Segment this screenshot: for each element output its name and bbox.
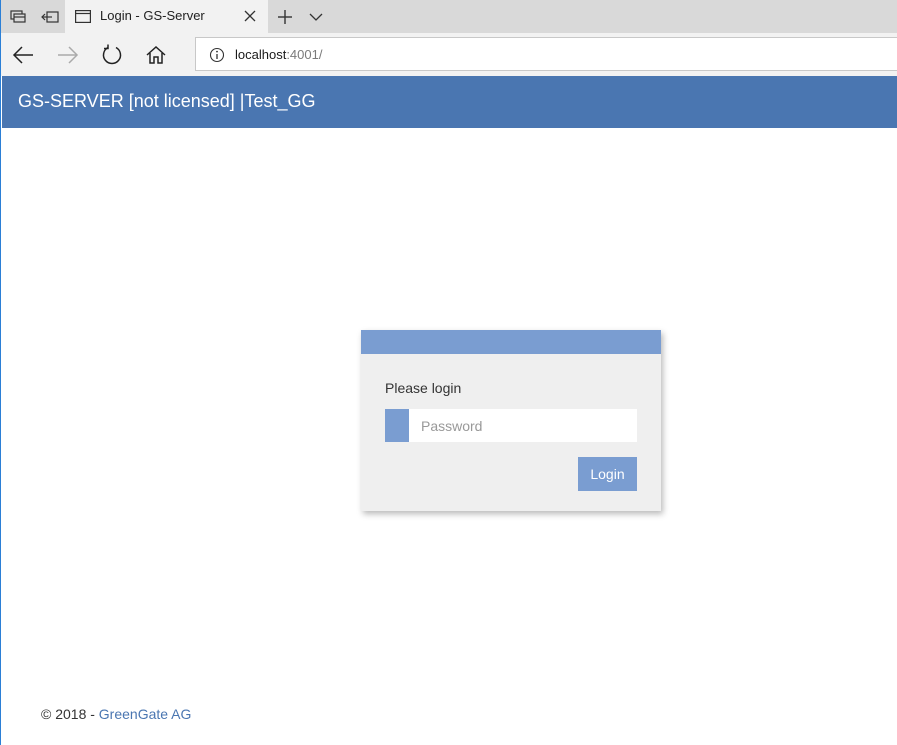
back-button[interactable] xyxy=(5,37,41,73)
tab-strip: Login - GS-Server xyxy=(1,0,897,33)
info-icon[interactable] xyxy=(209,47,225,63)
app-header: GS-SERVER [not licensed] |Test_GG xyxy=(2,76,897,128)
refresh-icon xyxy=(101,44,123,66)
refresh-button[interactable] xyxy=(94,37,130,73)
chevron-down-icon xyxy=(309,12,323,22)
page-icon xyxy=(75,10,91,23)
url-text: localhost:4001/ xyxy=(235,47,322,62)
set-aside-tabs-button[interactable] xyxy=(34,0,66,33)
home-button[interactable] xyxy=(138,37,174,73)
app-title: GS-SERVER [not licensed] |Test_GG xyxy=(18,91,316,111)
password-input[interactable] xyxy=(409,409,637,442)
back-arrow-icon xyxy=(12,46,34,64)
url-host: localhost xyxy=(235,47,287,62)
plus-icon xyxy=(277,9,293,25)
login-prompt: Please login xyxy=(385,380,462,396)
browser-window: Login - GS-Server localhost:4001/ GS-SER… xyxy=(0,0,897,745)
company-link[interactable]: GreenGate AG xyxy=(99,706,192,722)
password-addon xyxy=(385,409,409,442)
new-tab-button[interactable] xyxy=(269,0,301,33)
active-tab[interactable]: Login - GS-Server xyxy=(65,0,268,33)
url-port-path: :4001/ xyxy=(286,47,323,62)
close-icon[interactable] xyxy=(242,8,258,24)
login-button[interactable]: Login xyxy=(578,457,637,491)
copyright-text: © 2018 - xyxy=(41,706,99,722)
set-aside-tabs-icon xyxy=(41,10,59,24)
forward-button[interactable] xyxy=(50,37,86,73)
tab-preview-button[interactable] xyxy=(2,0,34,33)
tab-preview-icon xyxy=(10,9,26,24)
footer: © 2018 - GreenGate AG xyxy=(41,706,191,722)
address-bar[interactable]: localhost:4001/ xyxy=(195,37,897,71)
tab-list-button[interactable] xyxy=(301,0,331,33)
login-panel-header xyxy=(361,330,661,354)
login-panel: Please login Login xyxy=(361,330,661,511)
home-icon xyxy=(146,46,166,64)
forward-arrow-icon xyxy=(57,46,79,64)
navigation-bar: localhost:4001/ xyxy=(1,33,897,76)
tab-title: Login - GS-Server xyxy=(100,8,205,23)
